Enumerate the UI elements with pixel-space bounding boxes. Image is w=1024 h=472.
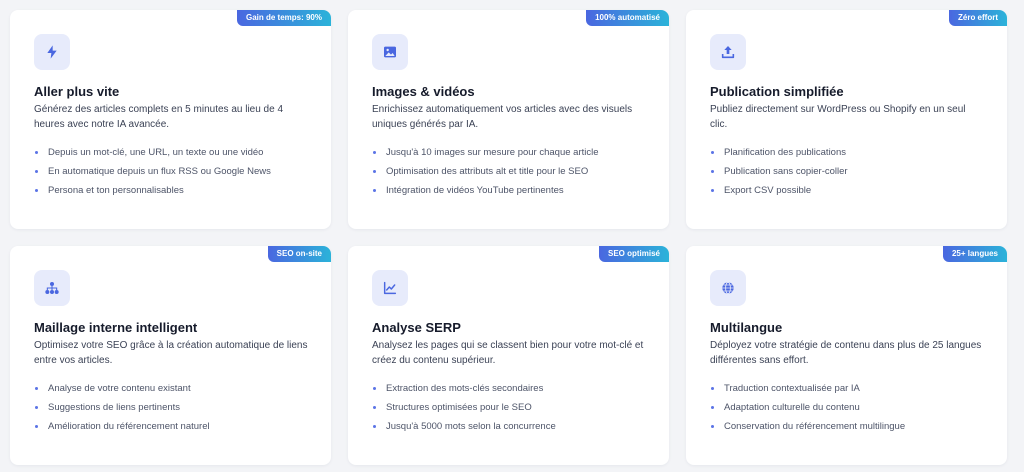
card-title: Aller plus vite bbox=[34, 84, 120, 99]
feature-list: Traduction contextualisée par IA Adaptat… bbox=[710, 382, 985, 433]
card-description: Optimisez votre SEO grâce à la création … bbox=[34, 340, 308, 366]
card-badge: Zéro effort bbox=[949, 10, 1007, 26]
card-badge: Gain de temps: 90% bbox=[236, 10, 331, 26]
list-item: Suggestions de liens pertinents bbox=[34, 401, 309, 414]
list-item: Jusqu'à 5000 mots selon la concurrence bbox=[372, 420, 647, 433]
feature-card-serp-analysis: SEO optimisé Analyse SERP Analysez les p… bbox=[348, 246, 669, 465]
card-badge: SEO on-site bbox=[267, 246, 331, 262]
card-description: Enrichissez automatiquement vos articles… bbox=[372, 104, 633, 130]
line-chart-icon bbox=[372, 270, 408, 306]
list-item: Analyse de votre contenu existant bbox=[34, 382, 309, 395]
list-item: Publication sans copier-coller bbox=[710, 165, 985, 178]
image-icon bbox=[372, 34, 408, 70]
card-description: Publiez directement sur WordPress ou Sho… bbox=[710, 104, 966, 130]
list-item: En automatique depuis un flux RSS ou Goo… bbox=[34, 165, 309, 178]
list-item: Planification des publications bbox=[710, 146, 985, 159]
feature-card-multilanguage: 25+ langues Multilangue Déployez votre s… bbox=[686, 246, 1007, 465]
card-title: Analyse SERP bbox=[372, 320, 461, 335]
card-title: Publication simplifiée bbox=[710, 84, 844, 99]
feature-list: Jusqu'à 10 images sur mesure pour chaque… bbox=[372, 146, 647, 197]
list-item: Jusqu'à 10 images sur mesure pour chaque… bbox=[372, 146, 647, 159]
card-description: Déployez votre stratégie de contenu dans… bbox=[710, 340, 982, 366]
list-item: Structures optimisées pour le SEO bbox=[372, 401, 647, 414]
card-badge: SEO optimisé bbox=[598, 246, 669, 262]
card-title: Multilangue bbox=[710, 320, 783, 335]
upload-icon bbox=[710, 34, 746, 70]
list-item: Export CSV possible bbox=[710, 184, 985, 197]
feature-card-images-videos: 100% automatisé Images & vidéos Enrichis… bbox=[348, 10, 669, 229]
globe-icon bbox=[710, 270, 746, 306]
feature-card-internal-linking: SEO on-site Maillage interne intelligent… bbox=[10, 246, 331, 465]
card-description: Analysez les pages qui se classent bien … bbox=[372, 340, 644, 366]
card-badge: 25+ langues bbox=[942, 246, 1007, 262]
card-title: Maillage interne intelligent bbox=[34, 320, 198, 335]
lightning-bolt-icon bbox=[34, 34, 70, 70]
list-item: Optimisation des attributs alt et title … bbox=[372, 165, 647, 178]
list-item: Depuis un mot-clé, une URL, un texte ou … bbox=[34, 146, 309, 159]
feature-list: Depuis un mot-clé, une URL, un texte ou … bbox=[34, 146, 309, 197]
list-item: Persona et ton personnalisables bbox=[34, 184, 309, 197]
card-title: Images & vidéos bbox=[372, 84, 475, 99]
list-item: Traduction contextualisée par IA bbox=[710, 382, 985, 395]
feature-card-speed: Gain de temps: 90% Aller plus vite Génér… bbox=[10, 10, 331, 229]
feature-list: Planification des publications Publicati… bbox=[710, 146, 985, 197]
feature-list: Analyse de votre contenu existant Sugges… bbox=[34, 382, 309, 433]
card-description: Générez des articles complets en 5 minut… bbox=[34, 104, 284, 130]
list-item: Amélioration du référencement naturel bbox=[34, 420, 309, 433]
list-item: Extraction des mots-clés secondaires bbox=[372, 382, 647, 395]
feature-card-publication: Zéro effort Publication simplifiée Publi… bbox=[686, 10, 1007, 229]
card-badge: 100% automatisé bbox=[586, 10, 669, 26]
list-item: Adaptation culturelle du contenu bbox=[710, 401, 985, 414]
sitemap-icon bbox=[34, 270, 70, 306]
list-item: Conservation du référencement multilingu… bbox=[710, 420, 985, 433]
feature-list: Extraction des mots-clés secondaires Str… bbox=[372, 382, 647, 433]
features-grid: Gain de temps: 90% Aller plus vite Génér… bbox=[10, 10, 1007, 465]
list-item: Intégration de vidéos YouTube pertinente… bbox=[372, 184, 647, 197]
